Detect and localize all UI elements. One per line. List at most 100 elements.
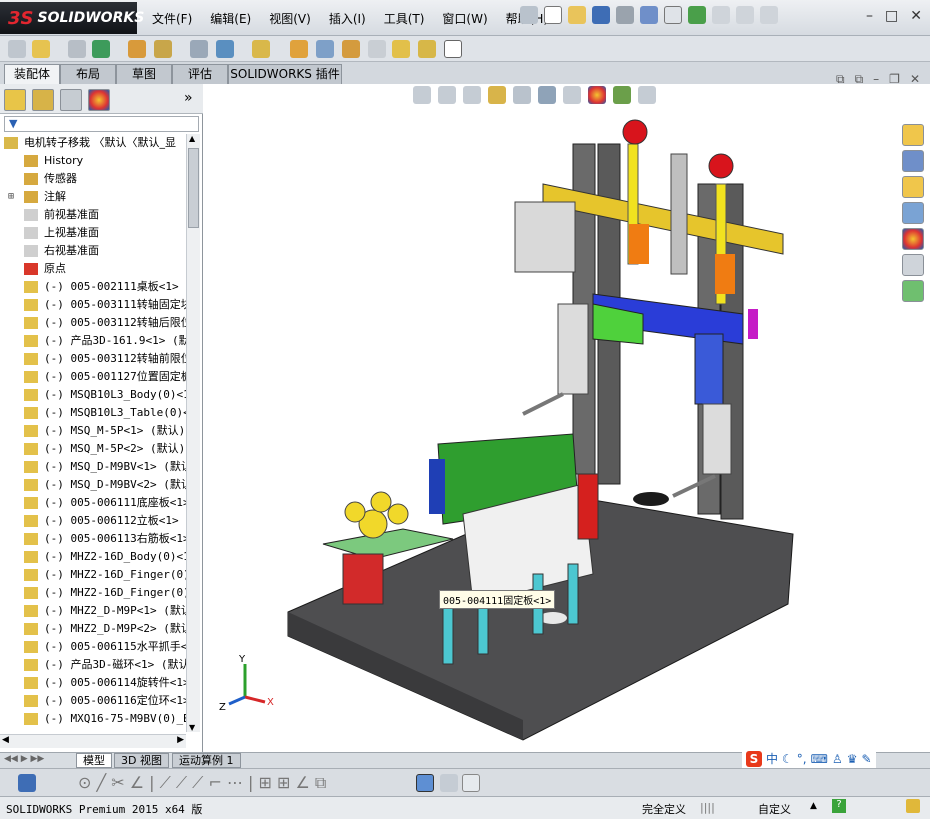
tree-component[interactable]: (-) 005-001127位置固定板 bbox=[0, 368, 186, 386]
tree-component[interactable]: (-) 005-002111桌板<1> ( bbox=[0, 278, 186, 296]
tab-3d-view[interactable]: 3D 视图 bbox=[114, 753, 169, 768]
tab-assembly[interactable]: 装配体 bbox=[4, 64, 60, 84]
close-icon[interactable]: ✕ bbox=[910, 8, 922, 24]
skin-icon[interactable]: ♛ bbox=[847, 752, 858, 766]
design-library-icon[interactable] bbox=[902, 150, 924, 172]
appearances-icon[interactable] bbox=[902, 228, 924, 250]
camera-icon[interactable] bbox=[440, 774, 458, 792]
show-hidden-icon[interactable] bbox=[190, 40, 208, 58]
tree-component[interactable]: (-) 005-006111底座板<1> bbox=[0, 494, 186, 512]
tree-component[interactable]: (-) MHZ2_D-M9P<2> (默认) bbox=[0, 620, 186, 638]
tree-root[interactable]: 电机转子移栽 〈默认〈默认_显 bbox=[0, 134, 186, 152]
tree-item[interactable]: 右视基准面 bbox=[0, 242, 186, 260]
pin-icon[interactable] bbox=[520, 6, 538, 24]
expand-chevron-icon[interactable]: » bbox=[184, 90, 193, 106]
menu-edit[interactable]: 编辑(E) bbox=[210, 10, 251, 27]
ime-language[interactable]: 中 bbox=[766, 750, 778, 767]
tree-item[interactable]: 原点 bbox=[0, 260, 186, 278]
tree-component[interactable]: (-) MSQ_M-5P<2> (默认) bbox=[0, 440, 186, 458]
custom-properties-icon[interactable] bbox=[902, 254, 924, 276]
scroll-thumb[interactable] bbox=[188, 148, 199, 228]
tree-component[interactable]: (-) 005-006116定位环<1> bbox=[0, 692, 186, 710]
punctuation-icon[interactable]: °, bbox=[797, 752, 807, 766]
user-icon[interactable]: ♙ bbox=[832, 752, 843, 766]
print-icon[interactable] bbox=[616, 6, 634, 24]
component-preview-icon[interactable] bbox=[68, 40, 86, 58]
exploded-view-icon[interactable] bbox=[342, 40, 360, 58]
tree-component[interactable]: (-) MHZ2-16D_Finger(0)<1 bbox=[0, 566, 186, 584]
assembly-model[interactable] bbox=[203, 84, 930, 752]
minimize-icon[interactable]: – bbox=[866, 8, 873, 24]
tree-component[interactable]: (-) MXQ16-75-M9BV(0)_BOI bbox=[0, 710, 186, 728]
expand-icon[interactable]: ⊞ bbox=[8, 188, 14, 206]
smart-fasteners-icon[interactable] bbox=[128, 40, 146, 58]
instant3d-icon[interactable] bbox=[392, 40, 410, 58]
tree-component[interactable]: (-) MSQ_M-5P<1> (默认) bbox=[0, 422, 186, 440]
tab-evaluate[interactable]: 评估 bbox=[172, 64, 228, 84]
menu-file[interactable]: 文件(F) bbox=[152, 10, 192, 27]
tree-component[interactable]: (-) MHZ2_D-M9P<1> (默认) bbox=[0, 602, 186, 620]
tab-nav-arrows-icon[interactable]: ◀◀ ▶ ▶▶ bbox=[4, 754, 44, 764]
scroll-up-icon[interactable]: ▲ bbox=[189, 134, 195, 143]
tree-component[interactable]: (-) 005-006112立板<1> ( bbox=[0, 512, 186, 530]
graphics-area[interactable]: ⧉ ⧉ – ❐ ✕ 005-004111固定板<1> Y X Z bbox=[203, 72, 930, 752]
tree-item[interactable]: ⊞ 注解 bbox=[0, 188, 186, 206]
tree-component[interactable]: (-) MHZ2-16D_Finger(0)<2 bbox=[0, 584, 186, 602]
bill-of-materials-icon[interactable] bbox=[316, 40, 334, 58]
tree-component[interactable]: (-) 产品3D-磁环<1> (默认 bbox=[0, 656, 186, 674]
options-icon[interactable] bbox=[736, 6, 754, 24]
move-component-icon[interactable] bbox=[154, 40, 172, 58]
sogou-logo-icon[interactable]: S bbox=[746, 750, 762, 767]
save-icon[interactable] bbox=[592, 6, 610, 24]
display-style-active-icon[interactable] bbox=[416, 774, 434, 792]
tree-component[interactable]: (-) MSQ_D-M9BV<1> (默认) bbox=[0, 458, 186, 476]
menu-tools[interactable]: 工具(T) bbox=[384, 10, 425, 27]
tools-icon[interactable]: ✎ bbox=[861, 752, 871, 766]
tree-filter[interactable]: ▼ bbox=[4, 116, 199, 132]
reference-geometry-icon[interactable] bbox=[252, 40, 270, 58]
tree-component[interactable]: (-) MSQB10L3_Body(0)<1> bbox=[0, 386, 186, 404]
display-manager-tab-icon[interactable] bbox=[88, 89, 110, 111]
forum-icon[interactable] bbox=[902, 280, 924, 302]
configuration-manager-tab-icon[interactable] bbox=[60, 89, 82, 111]
tree-item[interactable]: 上视基准面 bbox=[0, 224, 186, 242]
menu-window[interactable]: 窗口(W) bbox=[442, 10, 487, 27]
tab-addins[interactable]: SOLIDWORKS 插件 bbox=[228, 64, 342, 84]
tree-hscrollbar[interactable]: ◀ ▶ bbox=[0, 734, 186, 748]
solidworks-logo[interactable]: 3S SOLIDWORKS bbox=[0, 2, 144, 34]
tree-scrollbar[interactable]: ▲ ▼ bbox=[186, 134, 200, 732]
help-question-icon[interactable]: ? bbox=[832, 799, 846, 813]
snapshot-icon[interactable] bbox=[444, 40, 462, 58]
status-units[interactable]: 自定义 bbox=[758, 801, 791, 817]
tree-item[interactable]: 前视基准面 bbox=[0, 206, 186, 224]
tree-item[interactable]: History bbox=[0, 152, 186, 170]
save-icon[interactable] bbox=[18, 774, 36, 792]
units-arrow-icon[interactable]: ▲ bbox=[810, 801, 817, 811]
tree-component[interactable]: (-) 005-006115水平抓手<1 bbox=[0, 638, 186, 656]
insert-component-icon[interactable] bbox=[8, 40, 26, 58]
tree-component[interactable]: (-) MHZ2-16D_Body(0)<1> bbox=[0, 548, 186, 566]
menu-insert[interactable]: 插入(I) bbox=[329, 10, 366, 27]
scroll-right-icon[interactable]: ▶ bbox=[177, 735, 184, 745]
rebuild-icon[interactable] bbox=[688, 6, 706, 24]
file-explorer-icon[interactable] bbox=[902, 176, 924, 198]
scroll-left-icon[interactable]: ◀ bbox=[2, 735, 9, 745]
feature-tree-tab-icon[interactable] bbox=[4, 89, 26, 111]
tree-item[interactable]: 传感器 bbox=[0, 170, 186, 188]
tree-component[interactable]: (-) 005-003112转轴后限位 bbox=[0, 314, 186, 332]
property-manager-tab-icon[interactable] bbox=[32, 89, 54, 111]
explode-line-icon[interactable] bbox=[368, 40, 386, 58]
sketch-tools-icons[interactable]: ⊙ ╱ ✂ ∠ | ⟋ ⟋ ⟋ ⌐ ⋯ | ⊞ ⊞ ∠ ⧉ bbox=[78, 773, 326, 793]
mate-icon[interactable] bbox=[32, 40, 50, 58]
open-folder-icon[interactable] bbox=[568, 6, 586, 24]
home-icon[interactable] bbox=[902, 124, 924, 146]
scroll-down-icon[interactable]: ▼ bbox=[189, 723, 195, 732]
tree-component[interactable]: (-) 产品3D-161.9<1> (默认 bbox=[0, 332, 186, 350]
linear-pattern-icon[interactable] bbox=[92, 40, 110, 58]
tree-component[interactable]: (-) 005-006114旋转件<1> bbox=[0, 674, 186, 692]
tab-sketch[interactable]: 草图 bbox=[116, 64, 172, 84]
view-palette-icon[interactable] bbox=[902, 202, 924, 224]
select-pointer-icon[interactable] bbox=[664, 6, 682, 24]
tree-component[interactable]: (-) MSQB10L3_Table(0)<1> bbox=[0, 404, 186, 422]
moon-icon[interactable]: ☾ bbox=[782, 752, 793, 766]
